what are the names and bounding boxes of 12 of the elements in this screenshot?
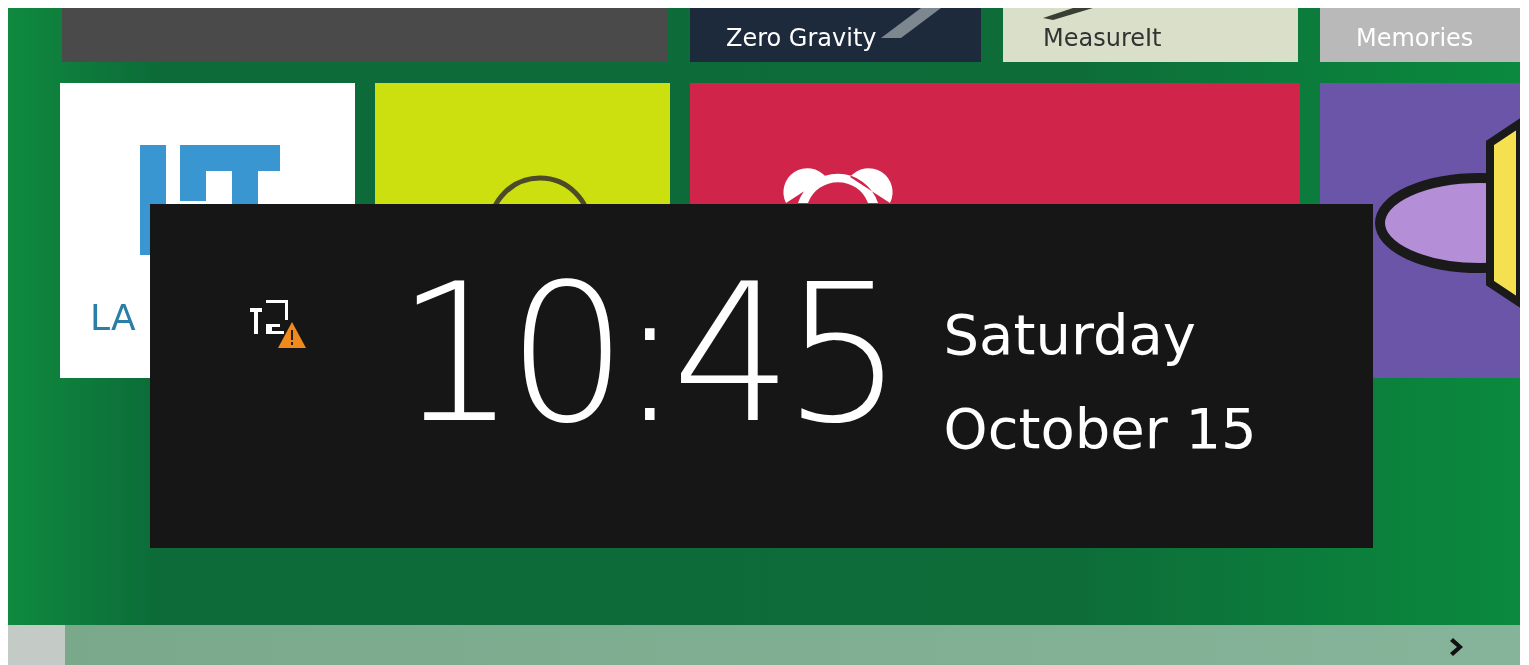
app-tile[interactable]: MeasureIt bbox=[1003, 8, 1298, 62]
date-label: October 15 bbox=[943, 395, 1257, 463]
tile-label: Memories bbox=[1356, 24, 1474, 52]
tile-label: Zero Gravity bbox=[726, 24, 877, 52]
weekday-label: Saturday bbox=[943, 301, 1197, 369]
horizontal-scrollbar[interactable] bbox=[8, 625, 1520, 665]
clock-time: 10:45 bbox=[396, 260, 894, 450]
tile-label: LA bbox=[90, 297, 136, 338]
app-tile[interactable]: Zero Gravity bbox=[690, 8, 981, 62]
tile-label: MeasureIt bbox=[1043, 24, 1162, 52]
scrollbar-thumb[interactable] bbox=[8, 625, 65, 665]
app-tile[interactable] bbox=[62, 8, 668, 62]
